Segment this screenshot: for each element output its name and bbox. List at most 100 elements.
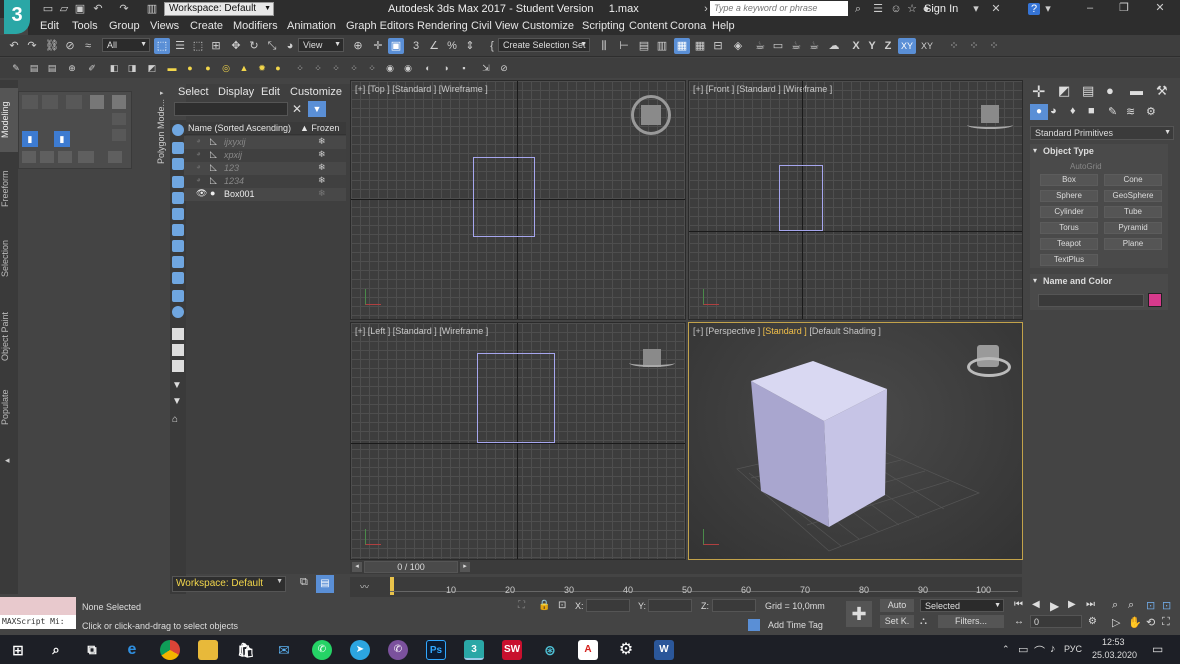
column-frozen[interactable]: ▲ Frozen: [300, 123, 339, 133]
undo-icon[interactable]: ↶: [6, 38, 22, 54]
helpers-category-icon[interactable]: ✎: [1108, 105, 1117, 118]
solidworks-icon[interactable]: SW: [502, 640, 522, 660]
display-shapes-icon[interactable]: [172, 158, 184, 170]
box-wireframe[interactable]: [473, 157, 535, 237]
primitive-torus-button[interactable]: Torus: [1040, 222, 1098, 234]
layer-tool-3-icon[interactable]: ⊕: [64, 60, 80, 76]
list-item[interactable]: ◕ ◺ xpxij ❄: [184, 149, 346, 162]
helper-g-icon[interactable]: ◉: [400, 60, 416, 76]
freeze-icon[interactable]: ❄: [318, 162, 326, 173]
select-manipulate-icon[interactable]: ✛: [370, 38, 386, 54]
collapse-icon[interactable]: ▾: [1033, 146, 1037, 155]
helper-l-icon[interactable]: ⊘: [496, 60, 512, 76]
time-tag-icon[interactable]: [748, 619, 760, 631]
word-icon[interactable]: W: [654, 640, 674, 660]
select-none-icon[interactable]: [172, 344, 184, 356]
menu-edit[interactable]: Edit: [40, 20, 59, 32]
ribbon-sub-4-icon[interactable]: [78, 151, 94, 163]
render-cloud-icon[interactable]: ☁: [826, 38, 842, 54]
ribbon-select-vertex-icon[interactable]: ▮: [22, 131, 38, 147]
track-bar[interactable]: 〰 10 20 30 40 50 60 70 80 90 100: [350, 577, 1022, 597]
menu-tools[interactable]: Tools: [72, 20, 98, 32]
viewcube-ring[interactable]: [629, 359, 675, 367]
visibility-icon[interactable]: ◕: [196, 136, 201, 145]
search-icon[interactable]: ⌕: [852, 3, 864, 15]
key-filters-button[interactable]: Filters...: [938, 615, 1004, 628]
sign-in-link[interactable]: Sign In: [924, 3, 958, 15]
axis-xy-button[interactable]: XY: [898, 38, 916, 54]
file-explorer-icon[interactable]: [198, 640, 218, 660]
schematic-view-icon[interactable]: ⊟: [710, 38, 726, 54]
mail-icon[interactable]: ✉: [274, 640, 294, 660]
tab-populate[interactable]: Populate: [0, 382, 18, 432]
workspace-selector[interactable]: Workspace: Default ▼: [172, 576, 286, 592]
explorer-menu-display[interactable]: Display: [218, 86, 254, 98]
set-key-big-icon[interactable]: ✚: [846, 601, 872, 627]
primitive-sphere-button[interactable]: Sphere: [1040, 190, 1098, 202]
object-name-field[interactable]: [1038, 294, 1144, 307]
select-by-name-icon[interactable]: ☰: [172, 38, 188, 54]
axis-xy-cycle-button[interactable]: XY: [918, 38, 936, 54]
cylinder-prim-icon[interactable]: ●: [200, 60, 216, 76]
object-color-swatch[interactable]: [1148, 293, 1162, 307]
motion-tab-icon[interactable]: ●: [1106, 83, 1114, 98]
explorer-menu-edit[interactable]: Edit: [261, 86, 280, 98]
ribbon-tool-3-icon[interactable]: [66, 95, 82, 109]
network-app-icon[interactable]: ⊛: [540, 640, 560, 660]
percent-snap-icon[interactable]: %: [444, 38, 460, 54]
axis-y-button[interactable]: Y: [864, 38, 880, 54]
polygon-modeling-label[interactable]: Polygon Mode...: [156, 99, 166, 164]
render-production-icon[interactable]: ☕: [788, 38, 804, 54]
menu-create[interactable]: Create: [190, 20, 223, 32]
material-editor-icon[interactable]: ◈: [730, 38, 746, 54]
visibility-icon[interactable]: ◕: [196, 162, 201, 171]
curve-editor-mini-icon[interactable]: 〰: [360, 580, 369, 593]
ribbon-handle-icon[interactable]: ✎: [8, 60, 24, 76]
tool-a-icon[interactable]: ◧: [106, 60, 122, 76]
snap-options-3-icon[interactable]: ⁘: [986, 38, 1002, 54]
window-crossing-icon[interactable]: ⊞: [208, 38, 224, 54]
coord-z-field[interactable]: [712, 599, 756, 612]
helper-i-icon[interactable]: ◑: [438, 60, 454, 76]
new-file-icon[interactable]: ▭: [42, 3, 54, 15]
brush-tool-icon[interactable]: ✐: [84, 60, 100, 76]
systems-category-icon[interactable]: ⚙: [1146, 105, 1156, 118]
subscription-icon[interactable]: ☰: [872, 3, 884, 15]
ribbon-sub-3-icon[interactable]: [58, 151, 72, 163]
notification-icon[interactable]: ▭: [1152, 642, 1163, 656]
edge-browser-icon[interactable]: e: [122, 640, 142, 660]
scene-explorer-toggle-icon[interactable]: ▤: [636, 38, 652, 54]
box-wireframe[interactable]: [477, 353, 555, 443]
search-input[interactable]: Type a keyword or phrase: [710, 1, 848, 16]
rect-selection-icon[interactable]: ⬚: [190, 38, 206, 54]
visibility-eye-icon[interactable]: 👁: [196, 188, 207, 199]
ribbon-select-edge-icon[interactable]: ▮: [54, 131, 70, 147]
chrome-icon[interactable]: [160, 640, 180, 660]
menu-corona[interactable]: Corona: [670, 20, 706, 32]
visibility-icon[interactable]: ◕: [196, 175, 201, 184]
utilities-tab-icon[interactable]: ⚒: [1156, 83, 1168, 99]
helper-k-icon[interactable]: ⇲: [478, 60, 494, 76]
collapse-icon[interactable]: ▾: [1033, 276, 1037, 285]
project-folder-icon[interactable]: ▥: [146, 3, 158, 15]
snap-options-icon[interactable]: ⁘: [946, 38, 962, 54]
menu-help[interactable]: Help: [712, 20, 735, 32]
reference-coord-dropdown[interactable]: View ▼: [298, 38, 344, 52]
curve-editor-icon[interactable]: ▦: [692, 38, 708, 54]
helper-d-icon[interactable]: ⁘: [346, 60, 362, 76]
zoom-icon[interactable]: ⌕: [1112, 599, 1118, 612]
menu-animation[interactable]: Animation: [287, 20, 336, 32]
pivot-center-icon[interactable]: ⊕: [350, 38, 366, 54]
viewport-left-label[interactable]: [+] [Left ] [Standard ] [Wireframe ]: [355, 326, 488, 336]
menu-content[interactable]: Content: [629, 20, 668, 32]
viewport-top-label[interactable]: [+] [Top ] [Standard ] [Wireframe ]: [355, 84, 488, 94]
spacewarps-category-icon[interactable]: ≋: [1126, 105, 1135, 118]
geometry-category-icon[interactable]: ●: [1030, 104, 1048, 120]
maximize-viewport-icon[interactable]: ⛶: [1162, 616, 1170, 629]
settings-gear-icon[interactable]: ⚙: [616, 640, 636, 660]
viewport-top[interactable]: [+] [Top ] [Standard ] [Wireframe ]: [350, 80, 686, 320]
viewcube-ring[interactable]: [967, 357, 1011, 377]
menu-customize[interactable]: Customize: [522, 20, 574, 32]
prev-frame-icon[interactable]: ◀: [1032, 599, 1040, 610]
time-slider-thumb[interactable]: 0 / 100: [364, 561, 458, 573]
